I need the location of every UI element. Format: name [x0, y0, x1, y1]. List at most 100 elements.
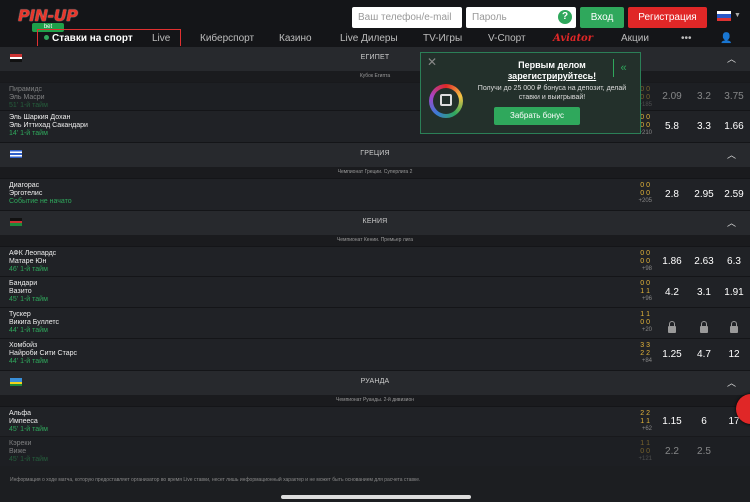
help-icon[interactable]: ? [558, 10, 572, 24]
score-home: 0 0 [640, 114, 650, 121]
lock-icon [657, 320, 687, 338]
match-row[interactable]: Хомбойз Найроби Сити Старс 44' 1-й тайм … [0, 338, 750, 370]
more-markets[interactable]: +84 [628, 358, 652, 364]
score-away: 2 2 [640, 350, 650, 357]
odd-home[interactable]: 1.25 [657, 349, 687, 360]
odd-home[interactable]: 2.09 [657, 91, 687, 102]
nav-aviator[interactable]: Aviator [553, 33, 593, 44]
odd-away[interactable]: 12 [719, 349, 749, 360]
score-home: 1 1 [640, 440, 650, 447]
country-header-rwanda[interactable]: РУАНДА ︿ [0, 370, 750, 395]
collapse-icon[interactable]: « [613, 59, 633, 77]
team-away: Вазито [9, 288, 32, 295]
league-title: Чемпионат Греции. Суперлига 2 [0, 167, 750, 178]
odd-home[interactable]: 2.8 [657, 189, 687, 200]
team-home: Хомбойз [9, 342, 38, 349]
team-away: Виже [9, 448, 27, 455]
match-status: 44' 1-й тайм [9, 327, 48, 334]
team-away: Эрготелис [9, 190, 43, 197]
russian-flag-icon[interactable] [717, 11, 731, 21]
gift-icon [440, 94, 452, 106]
team-home: Тускер [9, 311, 31, 318]
odd-draw[interactable]: 3.1 [689, 287, 719, 298]
score-away: 0 0 [640, 319, 650, 326]
odd-away[interactable]: 1.91 [719, 287, 749, 298]
disclaimer-text: Информация о ходе матча, которую предост… [10, 477, 421, 483]
lock-icon [689, 320, 719, 338]
register-button[interactable]: Регистрация [628, 7, 707, 28]
team-away: Эль Масри [9, 94, 45, 101]
nav-esports[interactable]: Киберспорт [200, 33, 254, 44]
more-markets[interactable]: +98 [628, 266, 652, 272]
more-markets[interactable]: +62 [628, 426, 652, 432]
country-header-greece[interactable]: ГРЕЦИЯ ︿ [0, 142, 750, 167]
team-away: Эль Иттихад Сакандари [9, 122, 88, 129]
match-status: 46' 1-й тайм [9, 266, 48, 273]
country-name: РУАНДА [360, 378, 390, 385]
match-status: 45' 1-й тайм [9, 296, 48, 303]
odd-away[interactable]: 3.75 [719, 91, 749, 102]
match-row[interactable]: Тускер Викига Буллетс 44' 1-й тайм 1 1 0… [0, 307, 750, 338]
match-row[interactable]: Кэреки Виже 45' 1-й тайм 1 1 0 0 +121 2.… [0, 436, 750, 466]
odd-away[interactable]: 1.66 [719, 121, 749, 132]
bonus-popup: ✕ Первым делом зарегистрируйтесь! Получи… [420, 52, 641, 134]
chevron-down-icon[interactable]: ▼ [734, 12, 741, 19]
nav-tv-games[interactable]: TV-Игры [423, 33, 462, 44]
popup-register-link[interactable]: зарегистрируйтесь! [477, 71, 627, 81]
login-button[interactable]: Вход [580, 7, 624, 28]
team-home: Кэреки [9, 440, 32, 447]
nav-more-icon[interactable]: ••• [681, 33, 692, 44]
odd-home[interactable]: 2.2 [657, 446, 687, 457]
score-away: 1 1 [640, 418, 650, 425]
odd-draw[interactable]: 2.63 [689, 256, 719, 267]
nav-casino[interactable]: Казино [279, 33, 312, 44]
match-status: 45' 1-й тайм [9, 456, 48, 463]
score-home: 3 3 [640, 342, 650, 349]
claim-bonus-button[interactable]: Забрать бонус [494, 107, 580, 125]
odd-draw[interactable]: 3.2 [689, 91, 719, 102]
odd-draw[interactable]: 2.5 [689, 446, 719, 457]
country-header-kenya[interactable]: КЕНИЯ ︿ [0, 210, 750, 235]
odd-draw[interactable]: 2.95 [689, 189, 719, 200]
user-settings-icon[interactable]: 👤 [720, 33, 732, 44]
league-title: Чемпионат Руанды. 2-й дивизион [0, 395, 750, 406]
country-name: ГРЕЦИЯ [360, 150, 390, 157]
odd-draw[interactable]: 4.7 [689, 349, 719, 360]
team-home: Диагорас [9, 182, 40, 189]
odd-draw[interactable]: 3.3 [689, 121, 719, 132]
nav-promotions[interactable]: Акции [621, 33, 649, 44]
team-away: Матаре Юн [9, 258, 47, 265]
odd-home[interactable]: 1.15 [657, 416, 687, 427]
country-name: КЕНИЯ [362, 218, 388, 225]
more-markets[interactable]: +96 [628, 296, 652, 302]
chevron-up-icon[interactable]: ︿ [727, 52, 736, 65]
match-row[interactable]: АФК Леопардс Матаре Юн 46' 1-й тайм 0 0 … [0, 246, 750, 276]
more-markets[interactable]: +121 [628, 456, 652, 462]
chevron-up-icon[interactable]: ︿ [727, 376, 736, 389]
odd-home[interactable]: 5.8 [657, 121, 687, 132]
match-row[interactable]: Диагорас Эрготелис Событие не начато 0 0… [0, 178, 750, 210]
match-row[interactable]: Альфа Импееса 45' 1-й тайм 2 2 1 1 +62 1… [0, 406, 750, 436]
phone-email-input[interactable]: Ваш телефон/e-mail [352, 7, 462, 28]
odd-away[interactable]: 6.3 [719, 256, 749, 267]
team-home: АФК Леопардс [9, 250, 57, 257]
odd-home[interactable]: 4.2 [657, 287, 687, 298]
score-home: 1 1 [640, 311, 650, 318]
match-row[interactable]: Бандари Вазито 45' 1-й тайм 0 0 1 1 +96 … [0, 276, 750, 307]
match-status: 44' 1-й тайм [9, 358, 48, 365]
chevron-up-icon[interactable]: ︿ [727, 216, 736, 229]
team-home: Эль Шаркия Доxан [9, 114, 71, 121]
odd-draw[interactable]: 6 [689, 416, 719, 427]
team-home: Бандари [9, 280, 38, 287]
chevron-up-icon[interactable]: ︿ [727, 148, 736, 161]
nav-live-dealers[interactable]: Live Дилеры [340, 33, 398, 44]
odd-away[interactable]: 2.59 [719, 189, 749, 200]
nav-v-sport[interactable]: V-Спорт [488, 33, 526, 44]
odd-home[interactable]: 1.86 [657, 256, 687, 267]
more-markets[interactable]: +205 [628, 198, 652, 204]
team-away: Импееса [9, 418, 38, 425]
close-icon[interactable]: ✕ [427, 55, 437, 69]
team-away: Викига Буллетс [9, 319, 60, 326]
team-away: Найроби Сити Старс [9, 350, 78, 357]
more-markets[interactable]: +20 [628, 327, 652, 333]
